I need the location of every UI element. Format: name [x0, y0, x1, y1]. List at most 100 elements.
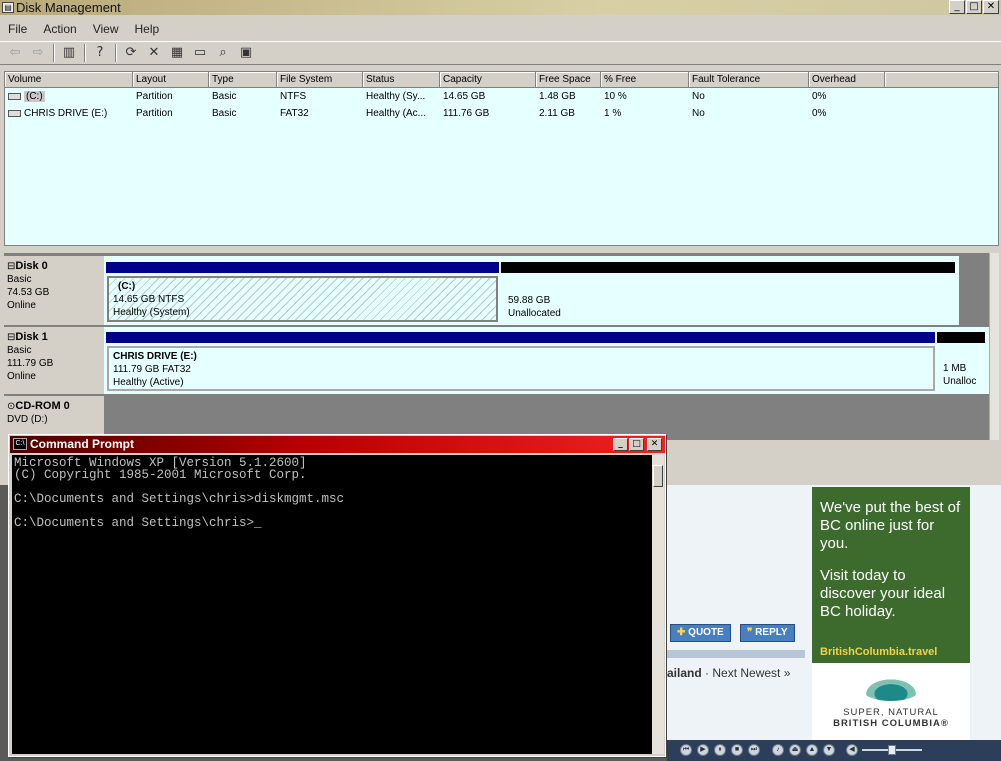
- col-filler: [885, 72, 998, 87]
- toolbar: ⇦ ⇨ ▥ ? ⟳ ✕ ▦ ▭ ⌕ ▣: [0, 41, 1001, 65]
- down-icon[interactable]: ▼: [823, 744, 835, 756]
- back-arrow-icon[interactable]: ⇦: [6, 44, 24, 62]
- window-titlebar[interactable]: ▤ Disk Management: [0, 0, 1001, 15]
- disk-0-label: ⊟Disk 0 Basic 74.53 GB Online: [7, 260, 102, 312]
- delete-icon[interactable]: ✕: [145, 44, 163, 62]
- fs-cell: NTFS: [280, 91, 307, 102]
- forward-arrow-icon[interactable]: ⇨: [29, 44, 47, 62]
- menu-file[interactable]: File: [0, 22, 35, 36]
- fault-tolerance-cell: No: [692, 91, 705, 102]
- menu-view[interactable]: View: [85, 22, 127, 36]
- cmd-titlebar[interactable]: C:\ Command Prompt _ □ ✕: [10, 436, 665, 453]
- eject-icon[interactable]: ⏏: [789, 744, 801, 756]
- percent-free-cell: 1 %: [604, 108, 622, 119]
- cmd-minimize-button[interactable]: _: [613, 438, 628, 451]
- volume-list-header: Volume Layout Type File System Status Ca…: [5, 72, 998, 88]
- play-icon[interactable]: ▶: [697, 744, 709, 756]
- col-status[interactable]: Status: [363, 72, 440, 87]
- open-folder-icon[interactable]: ▭: [191, 44, 209, 62]
- table-row[interactable]: CHRIS DRIVE (E:) Partition Basic FAT32 H…: [5, 105, 998, 122]
- ad-link[interactable]: BritishColumbia.travel: [820, 643, 937, 661]
- table-row[interactable]: (C:) Partition Basic NTFS Healthy (Sy...…: [5, 88, 998, 105]
- cmd-maximize-button[interactable]: □: [629, 438, 644, 451]
- col-type[interactable]: Type: [209, 72, 277, 87]
- quote-button[interactable]: ✚ QUOTE: [670, 624, 731, 642]
- disk-1-label: ⊟Disk 1 Basic 111.79 GB Online: [7, 331, 102, 383]
- capacity-cell: 111.76 GB: [443, 108, 490, 119]
- volume-cell: (C:): [5, 91, 133, 102]
- partition-e[interactable]: CHRIS DRIVE (E:) 111.79 GB FAT32 Healthy…: [107, 346, 935, 391]
- next-icon[interactable]: ⏭: [748, 744, 760, 756]
- pause-icon[interactable]: ⏸: [714, 744, 726, 756]
- overhead-cell: 0%: [812, 91, 827, 102]
- menu-bar: File Action View Help: [0, 18, 1001, 40]
- drive-icon: [8, 109, 21, 117]
- command-prompt-window: C:\ Command Prompt _ □ ✕ Microsoft Windo…: [8, 434, 666, 757]
- close-button[interactable]: ✕: [983, 0, 999, 14]
- free-space-cell: 2.11 GB: [539, 108, 575, 119]
- up-icon[interactable]: ▲: [806, 744, 818, 756]
- toolbar-separator: [115, 44, 117, 62]
- type-cell: Basic: [212, 91, 237, 102]
- cmd-scrollbar[interactable]: [652, 455, 664, 754]
- col-volume[interactable]: Volume: [5, 72, 133, 87]
- unallocated-space-disk-0[interactable]: 59.88 GB Unallocated: [504, 276, 954, 322]
- volume-slider-thumb[interactable]: [888, 745, 896, 755]
- console-line: C:\Documents and Settings\chris>diskmgmt…: [14, 492, 345, 506]
- col-fault-tolerance[interactable]: Fault Tolerance: [689, 72, 809, 87]
- fault-tolerance-cell: No: [692, 108, 705, 119]
- free-space-cell: 1.48 GB: [539, 91, 576, 102]
- console-prompt-line: C:\Documents and Settings\chris>_: [14, 516, 262, 530]
- status-cell: Healthy (Sy...: [366, 91, 426, 102]
- ad-text-2: Visit today to discover your ideal BC ho…: [820, 567, 946, 620]
- menu-help[interactable]: Help: [127, 22, 168, 36]
- col-free-space[interactable]: Free Space: [536, 72, 601, 87]
- forum-divider: [667, 650, 805, 658]
- type-cell: Basic: [212, 108, 237, 119]
- minimize-button[interactable]: _: [949, 0, 965, 14]
- disk-0-label-area[interactable]: ⊟Disk 0 Basic 74.53 GB Online: [4, 256, 104, 325]
- drive-icon: [8, 92, 21, 100]
- volume-icon[interactable]: ◀: [846, 744, 858, 756]
- properties-icon[interactable]: ▦: [168, 44, 186, 62]
- col-capacity[interactable]: Capacity: [440, 72, 536, 87]
- unallocated-space-disk-1[interactable]: 1 MB Unalloc: [939, 346, 985, 391]
- overhead-cell: 0%: [812, 108, 827, 119]
- plus-icon: ✚: [677, 627, 686, 638]
- disk-management-app-icon: ▤: [2, 2, 14, 13]
- refresh-icon[interactable]: ⟳: [122, 44, 140, 62]
- stop-icon[interactable]: ■: [731, 744, 743, 756]
- disk-1-label-area[interactable]: ⊟Disk 1 Basic 111.79 GB Online: [4, 327, 104, 394]
- graphical-view-scrollbar[interactable]: [989, 253, 999, 440]
- fs-cell: FAT32: [280, 108, 309, 119]
- partition-bar: [106, 332, 935, 343]
- reply-button[interactable]: ❞ REPLY: [740, 624, 795, 642]
- bc-travel-ad[interactable]: We've put the best of BC online just for…: [812, 487, 970, 761]
- volume-list: Volume Layout Type File System Status Ca…: [4, 71, 999, 246]
- cmd-close-button[interactable]: ✕: [647, 438, 662, 451]
- col-layout[interactable]: Layout: [133, 72, 209, 87]
- show-hide-console-tree-icon[interactable]: ▥: [60, 44, 78, 62]
- partition-c[interactable]: (C:) 14.65 GB NTFS Healthy (System): [107, 276, 498, 322]
- previous-icon[interactable]: ⏮: [680, 744, 692, 756]
- col-percent-free[interactable]: % Free: [601, 72, 689, 87]
- layout-cell: Partition: [136, 91, 173, 102]
- console-output[interactable]: Microsoft Windows XP [Version 5.1.2600](…: [12, 455, 652, 754]
- toolbar-separator: [53, 44, 55, 62]
- window-title: Disk Management: [16, 0, 121, 15]
- search-icon[interactable]: ⌕: [214, 44, 232, 62]
- cmd-app-icon: C:\: [13, 438, 27, 450]
- help-icon[interactable]: ?: [91, 44, 109, 62]
- music-icon[interactable]: ♪: [772, 744, 784, 756]
- col-overhead[interactable]: Overhead: [809, 72, 885, 87]
- status-cell: Healthy (Ac...: [366, 108, 427, 119]
- ad-green-panel: We've put the best of BC online just for…: [812, 487, 970, 663]
- menu-action[interactable]: Action: [35, 22, 84, 36]
- console-line: (C) Copyright 1985-2001 Microsoft Corp.: [14, 468, 307, 482]
- cmd-scroll-thumb[interactable]: [653, 465, 663, 487]
- thread-navigation: ailand · Next Newest »: [667, 666, 791, 680]
- col-file-system[interactable]: File System: [277, 72, 363, 87]
- quote-marks-icon: ❞: [747, 627, 753, 638]
- settings-icon[interactable]: ▣: [237, 44, 255, 62]
- maximize-button[interactable]: □: [966, 0, 982, 14]
